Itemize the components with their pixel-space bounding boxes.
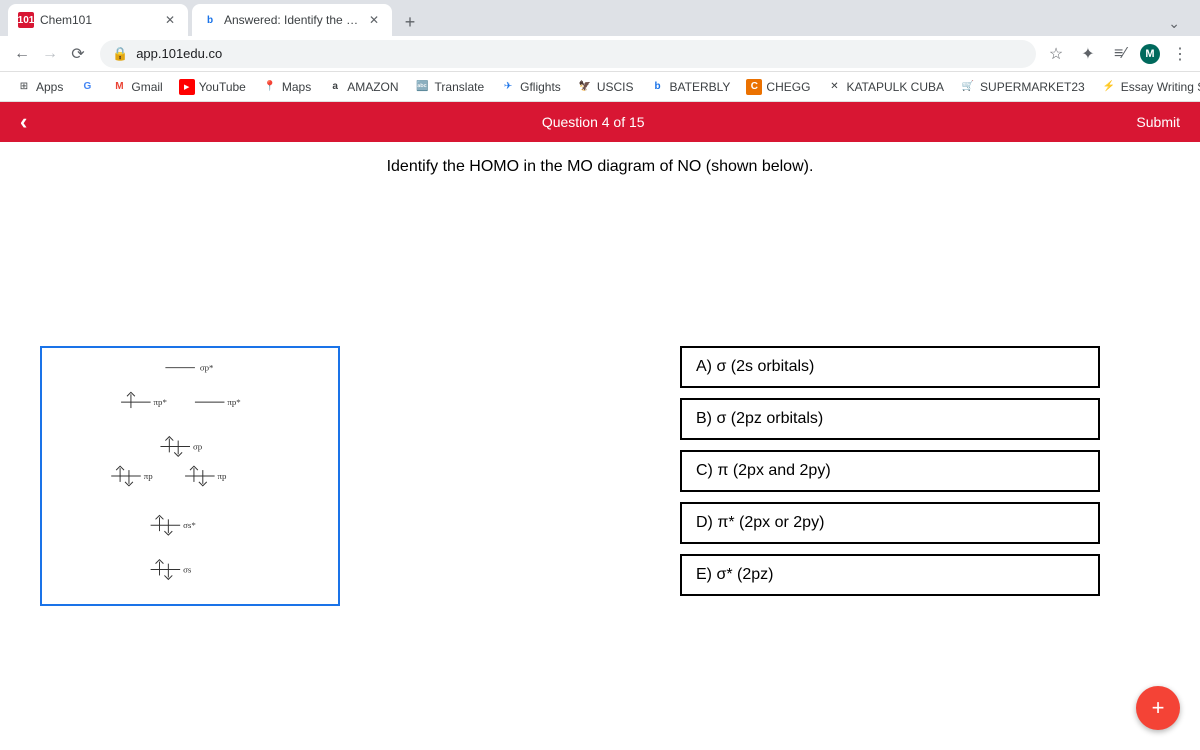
add-fab-button[interactable]: + bbox=[1136, 686, 1180, 730]
tab-favicon-0: 101 bbox=[18, 12, 34, 28]
gmail-icon: M bbox=[111, 79, 127, 95]
question-counter: Question 4 of 15 bbox=[50, 114, 1136, 130]
plus-icon: + bbox=[1152, 695, 1165, 721]
bookmark-baterbly[interactable]: bBATERBLY bbox=[646, 77, 735, 97]
bookmark-uscis[interactable]: 🦅USCIS bbox=[573, 77, 638, 97]
mo-label-sigma-p-star: σp* bbox=[200, 363, 214, 373]
url-text: app.101edu.co bbox=[136, 46, 222, 61]
svg-text:πp*: πp* bbox=[227, 397, 240, 407]
content-area: σp* πp* πp* σp bbox=[0, 186, 1200, 606]
address-bar[interactable]: 🔒 app.101edu.co bbox=[100, 40, 1036, 68]
submit-button[interactable]: Submit bbox=[1136, 114, 1180, 130]
tab-title-1: Answered: Identify the HOMO bbox=[224, 13, 366, 27]
mo-diagram: σp* πp* πp* σp bbox=[40, 346, 340, 606]
bookmark-katapulk[interactable]: ✕KATAPULK CUBA bbox=[822, 77, 948, 97]
supermarket-icon: 🛒 bbox=[960, 79, 976, 95]
star-icon[interactable]: ☆ bbox=[1044, 42, 1068, 66]
answer-option-d[interactable]: D) π* (2px or 2py) bbox=[680, 502, 1100, 544]
translate-icon: 🔤 bbox=[415, 79, 431, 95]
bookmark-amazon[interactable]: aAMAZON bbox=[323, 77, 402, 97]
svg-text:πp: πp bbox=[218, 471, 227, 481]
reading-list-icon[interactable]: ≡⁄ bbox=[1108, 42, 1132, 66]
profile-avatar[interactable]: M bbox=[1140, 44, 1160, 64]
essay-icon: ⚡ bbox=[1101, 79, 1117, 95]
bookmark-gmail[interactable]: MGmail bbox=[107, 77, 166, 97]
tab-favicon-1: b bbox=[202, 12, 218, 28]
bookmark-google[interactable]: G bbox=[75, 77, 99, 97]
back-button[interactable]: ← bbox=[8, 40, 36, 68]
question-prompt: Identify the HOMO in the MO diagram of N… bbox=[0, 142, 1200, 186]
google-icon: G bbox=[79, 79, 95, 95]
tab-title-0: Chem101 bbox=[40, 13, 162, 27]
answer-option-e[interactable]: E) σ* (2pz) bbox=[680, 554, 1100, 596]
answer-option-b[interactable]: B) σ (2pz orbitals) bbox=[680, 398, 1100, 440]
chegg-icon: C bbox=[746, 79, 762, 95]
apps-icon: ⊞ bbox=[16, 79, 32, 95]
lock-icon: 🔒 bbox=[112, 46, 128, 62]
bookmark-apps[interactable]: ⊞Apps bbox=[12, 77, 67, 97]
reload-button[interactable]: ⟳ bbox=[64, 40, 92, 68]
extensions-icon[interactable]: ✦ bbox=[1076, 42, 1100, 66]
browser-toolbar: ← → ⟳ 🔒 app.101edu.co ☆ ✦ ≡⁄ M ⋮ bbox=[0, 36, 1200, 72]
bookmark-translate[interactable]: 🔤Translate bbox=[411, 77, 489, 97]
forward-button[interactable]: → bbox=[36, 40, 64, 68]
back-chevron-button[interactable]: ‹ bbox=[20, 109, 50, 135]
bookmark-gflights[interactable]: ✈Gflights bbox=[496, 77, 565, 97]
uscis-icon: 🦅 bbox=[577, 79, 593, 95]
flights-icon: ✈ bbox=[500, 79, 516, 95]
answer-option-a[interactable]: A) σ (2s orbitals) bbox=[680, 346, 1100, 388]
close-icon[interactable]: ✕ bbox=[162, 12, 178, 28]
close-icon[interactable]: ✕ bbox=[366, 12, 382, 28]
svg-text:σs*: σs* bbox=[183, 520, 196, 530]
svg-text:πp*: πp* bbox=[154, 397, 167, 407]
menu-icon[interactable]: ⋮ bbox=[1168, 42, 1192, 66]
svg-text:σs: σs bbox=[183, 564, 192, 574]
bookmark-maps[interactable]: 📍Maps bbox=[258, 77, 315, 97]
svg-text:πp: πp bbox=[144, 471, 153, 481]
bookmark-youtube[interactable]: ▶YouTube bbox=[175, 77, 250, 97]
katapulk-icon: ✕ bbox=[826, 79, 842, 95]
bookmarks-bar: ⊞Apps G MGmail ▶YouTube 📍Maps aAMAZON 🔤T… bbox=[0, 72, 1200, 102]
bookmark-essay[interactable]: ⚡Essay Writing Ser... bbox=[1097, 77, 1200, 97]
baterbly-icon: b bbox=[650, 79, 666, 95]
svg-text:σp: σp bbox=[193, 441, 203, 451]
browser-tab-strip: 101 Chem101 ✕ b Answered: Identify the H… bbox=[0, 0, 1200, 36]
browser-tab-1[interactable]: b Answered: Identify the HOMO ✕ bbox=[192, 4, 392, 36]
maps-icon: 📍 bbox=[262, 79, 278, 95]
answer-list: A) σ (2s orbitals) B) σ (2pz orbitals) C… bbox=[680, 346, 1100, 596]
amazon-icon: a bbox=[327, 79, 343, 95]
chevron-down-icon[interactable]: ⌄ bbox=[1164, 11, 1184, 36]
new-tab-button[interactable]: + bbox=[396, 8, 424, 36]
bookmark-chegg[interactable]: CCHEGG bbox=[742, 77, 814, 97]
browser-tab-0[interactable]: 101 Chem101 ✕ bbox=[8, 4, 188, 36]
app-header: ‹ Question 4 of 15 Submit bbox=[0, 102, 1200, 142]
youtube-icon: ▶ bbox=[179, 79, 195, 95]
answer-option-c[interactable]: C) π (2px and 2py) bbox=[680, 450, 1100, 492]
bookmark-supermarket[interactable]: 🛒SUPERMARKET23 bbox=[956, 77, 1089, 97]
